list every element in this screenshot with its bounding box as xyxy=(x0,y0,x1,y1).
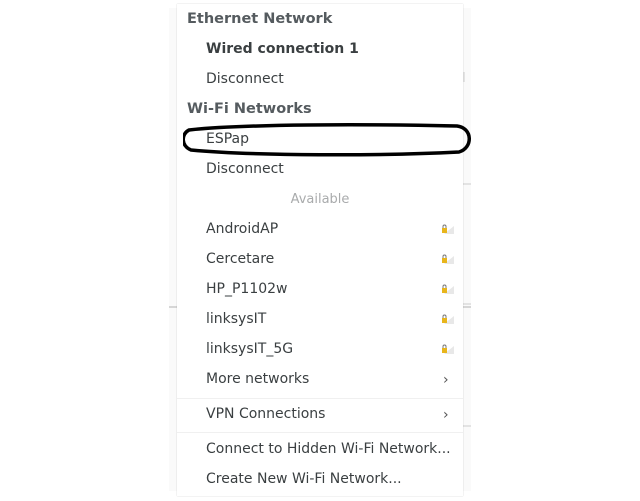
wifi-locked-icon xyxy=(442,314,454,324)
wifi-locked-icon xyxy=(442,344,454,354)
network-name: linksysIT xyxy=(206,311,267,327)
wifi-network-item[interactable]: AndroidAP xyxy=(177,214,492,244)
wifi-network-item[interactable]: linksysIT_5G xyxy=(177,334,492,364)
more-networks-label: More networks xyxy=(206,371,310,387)
ethernet-disconnect-button[interactable]: Disconnect xyxy=(177,64,492,94)
ethernet-header: Ethernet Network xyxy=(187,11,333,27)
network-name: linksysIT_5G xyxy=(206,341,294,357)
connect-hidden-wifi-item[interactable]: Connect to Hidden Wi-Fi Network... xyxy=(177,434,492,464)
vpn-connections-label: VPN Connections xyxy=(206,406,326,422)
more-networks-submenu[interactable]: More networks › xyxy=(177,364,492,394)
wifi-disconnect-button[interactable]: Disconnect xyxy=(177,154,492,184)
vpn-connections-submenu[interactable]: VPN Connections › xyxy=(177,399,492,429)
wifi-network-item[interactable]: HP_P1102w xyxy=(177,274,492,304)
wifi-locked-icon xyxy=(442,224,454,234)
wifi-locked-icon xyxy=(442,254,454,264)
available-label: Available xyxy=(290,191,350,207)
chevron-right-icon: › xyxy=(443,407,449,423)
wifi-network-item[interactable]: linksysIT xyxy=(177,304,492,334)
wifi-locked-icon xyxy=(442,284,454,294)
network-name: AndroidAP xyxy=(206,221,279,237)
menu-separator xyxy=(177,432,463,433)
create-wifi-network-item[interactable]: Create New Wi-Fi Network... xyxy=(177,464,492,494)
wifi-connected-item[interactable]: ESPap xyxy=(177,124,492,154)
wired-connection-item[interactable]: Wired connection 1 xyxy=(177,34,492,64)
network-menu: Ethernet Network Wired connection 1 Disc… xyxy=(177,4,463,496)
chevron-right-icon: › xyxy=(443,372,449,388)
network-name: Cercetare xyxy=(206,251,275,267)
network-name: HP_P1102w xyxy=(206,281,288,297)
wifi-header: Wi-Fi Networks xyxy=(187,101,312,117)
wifi-network-item[interactable]: Cercetare xyxy=(177,244,492,274)
